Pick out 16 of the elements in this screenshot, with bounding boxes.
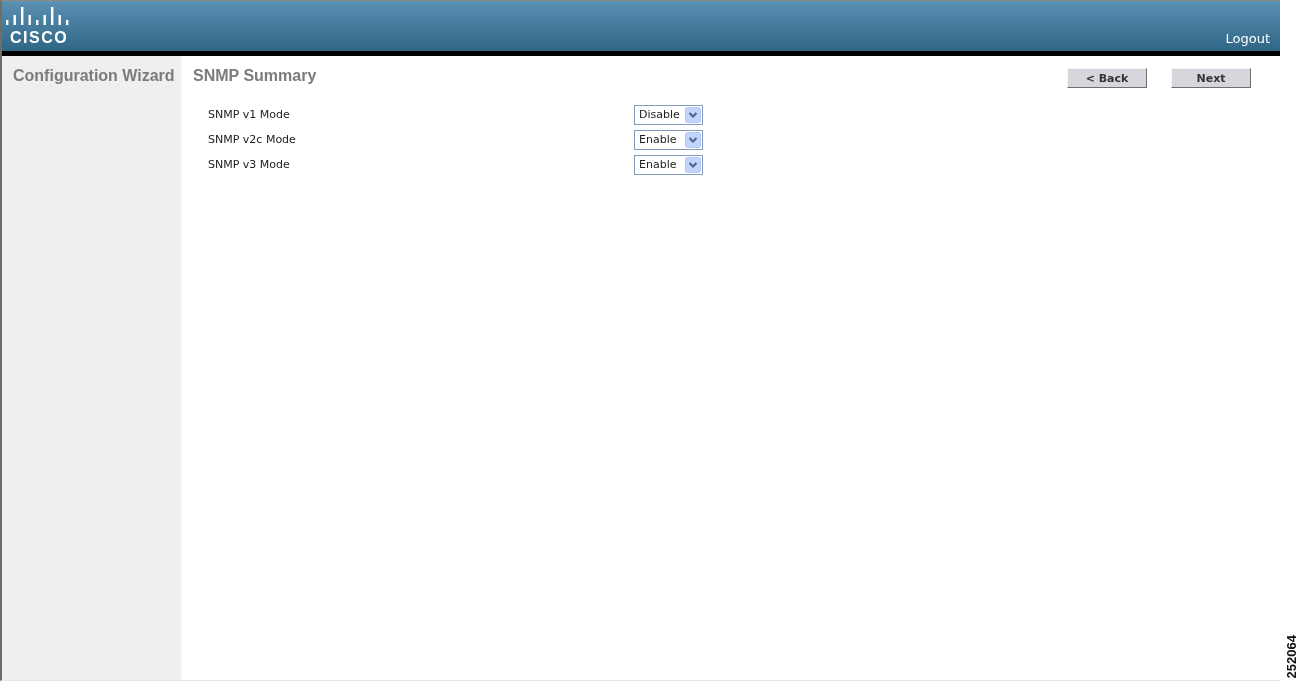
chevron-down-icon	[685, 132, 701, 148]
mode-dropdown[interactable]: Enable	[634, 130, 703, 150]
mode-dropdown[interactable]: Enable	[634, 155, 703, 175]
chevron-down-icon	[685, 157, 701, 173]
setting-label: SNMP v3 Mode	[208, 156, 291, 173]
setting-label: SNMP v1 Mode	[208, 106, 291, 123]
logo-text: CISCO	[10, 30, 70, 46]
page-title: SNMP Summary	[193, 67, 317, 85]
setting-label: SNMP v2c Mode	[208, 131, 297, 148]
next-button[interactable]: Next	[1171, 68, 1251, 88]
mode-dropdown[interactable]: Disable	[634, 105, 703, 125]
figure-number: 252064	[1284, 634, 1299, 678]
logout-link[interactable]: Logout	[1225, 31, 1270, 46]
sidebar-title: Configuration Wizard	[13, 67, 176, 85]
back-button[interactable]: < Back	[1067, 68, 1147, 88]
chevron-down-icon	[685, 107, 701, 123]
